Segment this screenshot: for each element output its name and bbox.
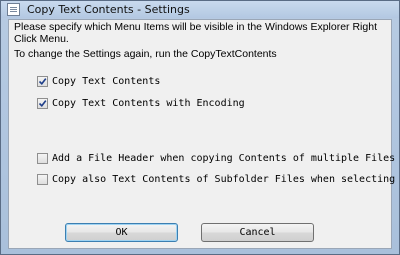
intro-text-2: To change the Settings again, run the Co…	[14, 48, 277, 60]
check-mark-icon	[38, 100, 47, 108]
check-mark-icon	[38, 78, 47, 86]
cancel-button[interactable]: Cancel	[201, 223, 314, 242]
title-bar[interactable]: Copy Text Contents - Settings	[1, 1, 399, 18]
option-label: Copy Text Contents with Encoding	[52, 98, 245, 109]
app-document-icon	[7, 3, 20, 16]
ok-button[interactable]: OK	[65, 223, 178, 242]
window-title: Copy Text Contents - Settings	[27, 3, 190, 16]
checkbox[interactable]	[37, 76, 48, 87]
option-label: Add a File Header when copying Contents …	[52, 153, 396, 164]
option-label: Copy also Text Contents of Subfolder Fil…	[52, 174, 396, 185]
checkbox[interactable]	[37, 98, 48, 109]
settings-window: Copy Text Contents - Settings Please spe…	[0, 0, 400, 255]
option-label: Copy Text Contents	[52, 76, 161, 87]
intro-text: Please specify which Menu Items will be …	[14, 21, 377, 45]
checkbox[interactable]	[37, 153, 48, 164]
dialog-client-area: Please specify which Menu Items will be …	[8, 19, 396, 249]
checkbox[interactable]	[37, 174, 48, 185]
